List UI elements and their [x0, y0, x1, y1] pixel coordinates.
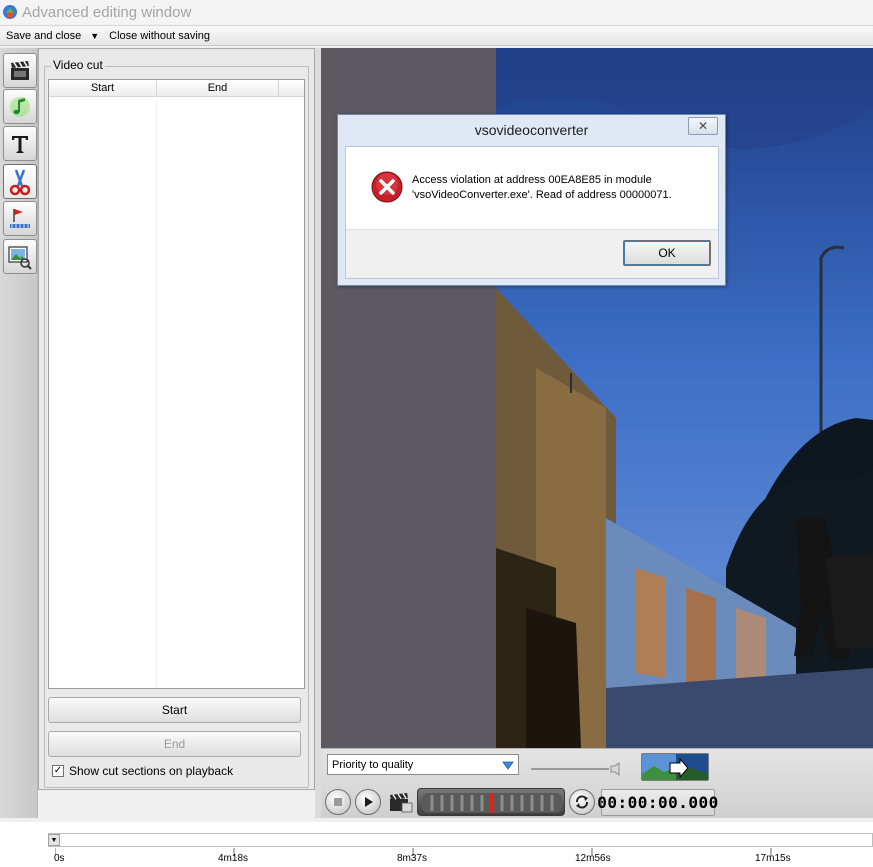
timeline[interactable]: ▼ 0s 4m18s 8m37s 12m56s 17m15s	[0, 822, 873, 867]
audio-tool-button[interactable]	[3, 89, 37, 124]
show-cut-sections-label: Show cut sections on playback	[69, 764, 234, 778]
volume-slider[interactable]	[531, 761, 623, 776]
quality-select[interactable]: Priority to quality	[327, 754, 519, 775]
compare-preview-icon	[642, 754, 708, 780]
vso-app-icon	[3, 5, 17, 19]
timeline-label-2: 8m37s	[397, 853, 428, 864]
error-dialog: vsovideoconverter ✕ Access violation at …	[337, 114, 726, 286]
column-header-end[interactable]: End	[157, 80, 279, 96]
play-icon	[365, 797, 373, 807]
dialog-close-button[interactable]: ✕	[688, 117, 718, 135]
jog-wheel-icon	[422, 793, 562, 813]
film-snapshot-icon	[390, 793, 413, 813]
cut-list-header: Start End	[49, 80, 304, 97]
timeline-label-1: 4m18s	[218, 853, 249, 864]
video-effects-tool-button[interactable]	[3, 53, 37, 88]
loop-button[interactable]	[569, 789, 595, 815]
title-bar: Advanced editing window	[0, 0, 873, 24]
ok-button[interactable]: OK	[623, 240, 711, 266]
save-dropdown-arrow-icon[interactable]: ▼	[90, 31, 99, 41]
timeline-label-0: 0s	[54, 853, 65, 864]
crop-zoom-tool-button[interactable]	[3, 239, 37, 274]
dialog-title: vsovideoconverter	[474, 122, 589, 138]
image-zoom-icon	[8, 245, 32, 270]
cut-list[interactable]: Start End	[48, 79, 305, 689]
timeline-cursor-marker[interactable]: ▼	[48, 834, 60, 846]
menu-bar: Save and close ▼ Close without saving	[0, 25, 873, 46]
dialog-message-line-1: Access violation at address 00EA8E85 in …	[412, 174, 652, 186]
timeline-label-4: 17m15s	[755, 853, 791, 864]
stop-button[interactable]	[325, 789, 351, 815]
save-and-close-menu[interactable]: Save and close	[6, 30, 81, 42]
text-tool-button[interactable]	[3, 126, 37, 161]
timecode-display: 00:00:00.000	[597, 789, 718, 816]
timeline-label-3: 12m56s	[575, 853, 611, 864]
column-header-start[interactable]: Start	[49, 80, 157, 96]
timeline-track[interactable]	[48, 833, 873, 847]
close-icon: ✕	[697, 119, 709, 133]
music-note-icon	[10, 96, 30, 117]
cut-end-button[interactable]: End	[48, 731, 301, 757]
dialog-footer: OK	[346, 229, 718, 278]
dialog-message-line-2: 'vsoVideoConverter.exe'. Read of address…	[412, 189, 672, 201]
video-cut-tool-button[interactable]	[3, 164, 37, 199]
cut-start-button[interactable]: Start	[48, 697, 301, 723]
scissors-icon	[9, 169, 31, 195]
flag-icon	[10, 208, 30, 228]
window-title: Advanced editing window	[22, 3, 192, 21]
column-divider	[156, 98, 157, 688]
dialog-message: Access violation at address 00EA8E85 in …	[412, 173, 712, 203]
column-header-filler	[279, 80, 304, 96]
dialog-body: Access violation at address 00EA8E85 in …	[345, 146, 719, 279]
jog-shuttle[interactable]	[417, 788, 565, 816]
timeline-ticks	[55, 848, 772, 856]
snapshot-button[interactable]	[387, 789, 415, 815]
playback-controls: Priority to quality 00:00:00.000	[321, 748, 873, 818]
before-after-compare-button[interactable]	[641, 753, 709, 781]
close-without-saving-menu[interactable]: Close without saving	[109, 30, 210, 42]
error-icon	[371, 171, 403, 203]
video-cut-panel: Video cut Start End Start End ✓ Show cut…	[38, 48, 315, 790]
film-clapper-icon	[11, 60, 29, 80]
quality-select-value: Priority to quality	[332, 758, 414, 771]
stop-icon	[334, 798, 342, 806]
tool-strip	[0, 48, 38, 818]
play-button[interactable]	[355, 789, 381, 815]
show-cut-sections-row[interactable]: ✓ Show cut sections on playback	[52, 764, 233, 778]
text-t-icon	[12, 135, 28, 153]
video-cut-legend: Video cut	[51, 58, 105, 72]
show-cut-sections-checkbox[interactable]: ✓	[52, 765, 64, 777]
chapters-tool-button[interactable]	[3, 201, 37, 236]
loop-icon	[576, 795, 588, 809]
dropdown-arrow-icon[interactable]	[500, 757, 516, 772]
